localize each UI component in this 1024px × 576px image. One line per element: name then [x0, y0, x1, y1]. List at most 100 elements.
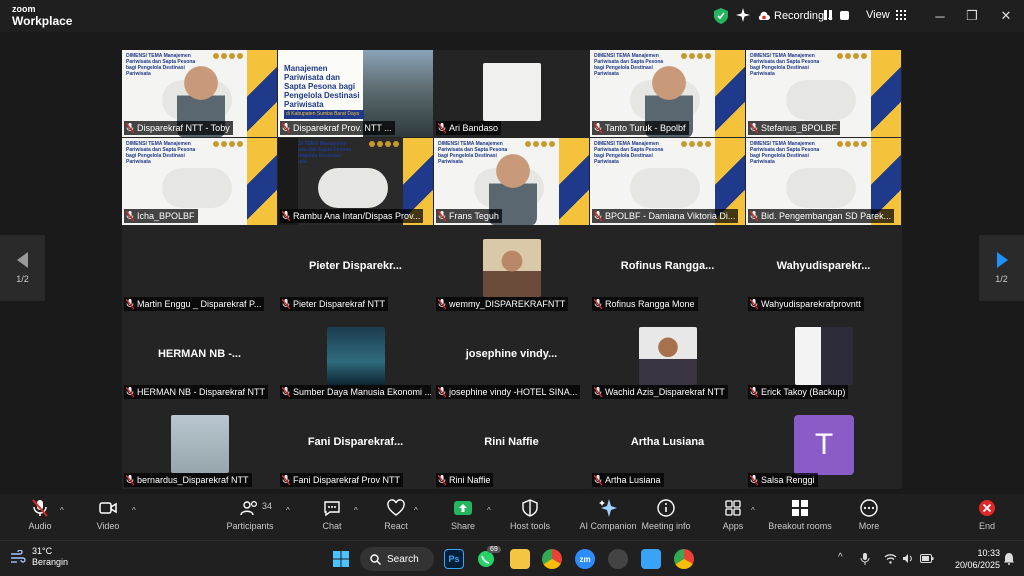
participant-tile[interactable]: Erick Takoy (Backup): [746, 314, 901, 401]
participant-tile[interactable]: Pieter Disparekr... Pieter Disparekraf NT…: [278, 226, 433, 313]
ai-sparkle-icon[interactable]: [736, 8, 750, 22]
mic-muted-icon: [126, 475, 134, 485]
tray-chevron-up-icon[interactable]: ^: [838, 552, 843, 563]
notepad-app-icon[interactable]: [641, 549, 661, 569]
weather-widget[interactable]: 31°C Berangin: [10, 546, 68, 568]
participant-tile[interactable]: josephine vindy... josephine vindy -HOTEL…: [434, 314, 589, 401]
participant-tile[interactable]: Sumber Daya Manusia Ekonomi ...: [278, 314, 433, 401]
host-tools-button[interactable]: Host tools: [490, 498, 570, 538]
notification-bell-icon[interactable]: [1004, 553, 1014, 565]
view-label: View: [866, 9, 890, 21]
chrome-app-icon[interactable]: [542, 549, 562, 569]
participant-tile[interactable]: Fani Disparekraf... Fani Disparekraf Prov…: [278, 402, 433, 489]
video-button[interactable]: Video: [68, 498, 148, 538]
participant-name-label: Rofinus Rangga Mone: [592, 297, 698, 311]
participant-name: Ari Bandaso: [449, 123, 499, 133]
stop-recording-button[interactable]: [840, 11, 849, 20]
mic-muted-icon: [438, 387, 446, 397]
photoshop-app-icon[interactable]: Ps: [444, 549, 464, 569]
participants-options-caret[interactable]: ^: [286, 506, 290, 515]
apps-options-caret[interactable]: ^: [751, 506, 755, 515]
volume-icon[interactable]: [902, 553, 914, 564]
participant-tile[interactable]: Manajemen Pariwisata dan Sapta Pesona ba…: [278, 50, 433, 137]
system-clock[interactable]: 10:33 20/06/2025: [944, 547, 1000, 571]
clock-time: 10:33: [977, 548, 1000, 558]
participant-tile[interactable]: bernardus_Disparekraf NTT: [122, 402, 277, 489]
prev-page-button[interactable]: 1/2: [0, 235, 45, 301]
participant-tile[interactable]: Wahyudisparekr... Wahyudisparekrafprovntt: [746, 226, 901, 313]
view-button[interactable]: View: [866, 9, 906, 21]
pause-recording-button[interactable]: [822, 9, 834, 21]
participant-name-label: Icha_BPOLBF: [124, 209, 198, 223]
title-bar: zoom Workplace Recording... View ─ ❐ ✕: [0, 0, 1024, 32]
audio-options-caret[interactable]: ^: [60, 506, 64, 515]
participant-name: josephine vindy -HOTEL SINA...: [449, 387, 578, 397]
participant-tile[interactable]: DIMENSI TEMA Manajemen Pariwisata dan Sa…: [590, 138, 745, 225]
more-label: More: [858, 521, 880, 531]
participant-tile[interactable]: Artha Lusiana Artha Lusiana: [590, 402, 745, 489]
mic-muted-icon: [438, 123, 446, 133]
mic-muted-icon: [126, 299, 134, 309]
chevron-left-icon: [16, 252, 28, 268]
participant-tile[interactable]: Rofinus Rangga... Rofinus Rangga Mone: [590, 226, 745, 313]
participants-label: Participants: [226, 521, 274, 531]
participant-tile[interactable]: DIMENSI TEMA Manajemen Pariwisata dan Sa…: [122, 50, 277, 137]
participant-display-name: Rini Naffie: [484, 436, 539, 448]
participant-tile[interactable]: DIMENSI TEMA Manajemen Pariwisata dan Sa…: [746, 50, 901, 137]
participant-tile[interactable]: wemmy_DISPAREKRAFNTT: [434, 226, 589, 313]
chat-label: Chat: [322, 521, 342, 531]
participant-tile[interactable]: DIMENSI TEMA Manajemen Pariwisata dan Sa…: [278, 138, 433, 225]
cloud-record-icon: [758, 11, 770, 20]
mic-muted-icon: [282, 123, 290, 133]
more-button[interactable]: More: [829, 498, 909, 538]
taskbar-search[interactable]: Search: [360, 547, 434, 571]
participant-tile[interactable]: Wachid Azis_Disparekraf NTT: [590, 314, 745, 401]
battery-icon[interactable]: [920, 554, 934, 563]
participant-name-label: Salsa Renggi: [748, 473, 818, 487]
windows-start-icon[interactable]: [333, 551, 349, 567]
participant-name-label: Martin Enggu _ Disparekraf P...: [124, 297, 265, 311]
breakout-rooms-icon: [792, 500, 808, 516]
participant-name: wemmy_DISPAREKRAFNTT: [449, 299, 566, 309]
restore-window-button[interactable]: ❐: [962, 6, 982, 26]
zoom-app-icon[interactable]: zm: [575, 549, 595, 569]
react-options-caret[interactable]: ^: [414, 506, 418, 515]
video-options-caret[interactable]: ^: [132, 506, 136, 515]
participants-button[interactable]: Participants: [210, 498, 290, 538]
wifi-icon[interactable]: [884, 553, 897, 564]
mic-muted-icon: [32, 499, 48, 517]
mic-muted-icon: [594, 299, 602, 309]
ai-companion-sparkle-icon: [599, 499, 617, 517]
tray-mic-icon[interactable]: [860, 553, 870, 565]
participant-tile[interactable]: Ari Bandaso: [434, 50, 589, 137]
participant-tile[interactable]: DIMENSI TEMA Manajemen Pariwisata dan Sa…: [590, 50, 745, 137]
poster-band-text: di Kabupaten Sumba Barat Daya: [284, 110, 364, 119]
participant-name-label: bernardus_Disparekraf NTT: [124, 473, 252, 487]
mic-muted-icon: [126, 211, 134, 221]
mic-muted-icon: [282, 299, 290, 309]
participant-name: Disparekraf NTT - Toby: [137, 123, 230, 133]
more-dots-icon: [860, 499, 878, 517]
participant-tile[interactable]: HERMAN NB -... HERMAN NB - Disparekraf NT…: [122, 314, 277, 401]
end-meeting-button[interactable]: End: [947, 498, 1024, 538]
breakout-rooms-button[interactable]: Breakout rooms: [760, 498, 840, 538]
participant-tile[interactable]: DIMENSI TEMA Manajemen Pariwisata dan Sa…: [122, 138, 277, 225]
participant-tile[interactable]: DIMENSI TEMA Manajemen Pariwisata dan Sa…: [434, 138, 589, 225]
participant-name-label: Rambu Ana Intan/Dispas Prov...: [280, 209, 424, 223]
minimize-window-button[interactable]: ─: [930, 6, 950, 26]
participant-name-label: Artha Lusiana: [592, 473, 664, 487]
security-shield-icon[interactable]: [714, 8, 728, 24]
chrome-profile-icon[interactable]: [674, 549, 694, 569]
participant-tile[interactable]: DIMENSI TEMA Manajemen Pariwisata dan Sa…: [746, 138, 901, 225]
participant-tile[interactable]: Martin Enggu _ Disparekraf P...: [122, 226, 277, 313]
close-window-button[interactable]: ✕: [996, 6, 1016, 26]
participant-name-label: Ari Bandaso: [436, 121, 502, 135]
app-icon-6[interactable]: [608, 549, 628, 569]
participant-name-label: Wachid Azis_Disparekraf NTT: [592, 385, 728, 399]
participant-grid: DIMENSI TEMA Manajemen Pariwisata dan Sa…: [122, 50, 902, 489]
participant-name-label: Wahyudisparekrafprovntt: [748, 297, 864, 311]
participant-tile[interactable]: Rini Naffie Rini Naffie: [434, 402, 589, 489]
participant-tile[interactable]: T Salsa Renggi: [746, 402, 901, 489]
next-page-button[interactable]: 1/2: [979, 235, 1024, 301]
file-explorer-icon[interactable]: [510, 549, 530, 569]
